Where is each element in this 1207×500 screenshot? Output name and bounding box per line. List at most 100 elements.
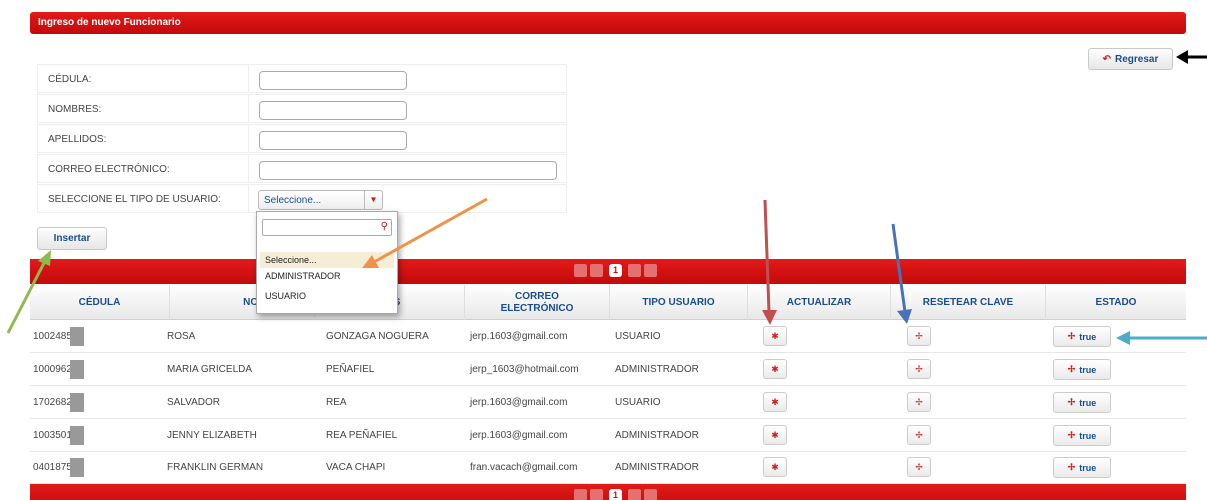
first-page-icon[interactable] xyxy=(574,264,587,277)
status-value: true xyxy=(1079,331,1097,342)
update-button[interactable]: ✱ xyxy=(763,425,787,445)
form-row-apellidos: APELLIDOS: xyxy=(37,124,567,153)
apellidos-label: APELLIDOS: xyxy=(48,134,107,145)
cell-tipo: USUARIO xyxy=(615,331,661,342)
cell-tipo: ADMINISTRADOR xyxy=(615,430,699,441)
dropdown-search-input[interactable]: ⚲ xyxy=(262,219,392,236)
insert-button[interactable]: Insertar xyxy=(37,227,107,250)
current-page[interactable]: 1 xyxy=(609,264,622,277)
table-row: 1702682 SALVADOR REA jerp.1603@gmail.com… xyxy=(30,387,1186,419)
nombres-label: NOMBRES: xyxy=(48,104,102,115)
toggle-icon: ✢ xyxy=(1067,430,1076,440)
reset-password-button[interactable]: ✢ xyxy=(907,392,931,412)
toggle-icon: ✢ xyxy=(1067,397,1076,407)
status-button[interactable]: ✢ true xyxy=(1053,392,1111,413)
status-value: true xyxy=(1079,462,1097,473)
toggle-icon: ✢ xyxy=(1067,462,1076,472)
column-divider xyxy=(248,65,249,92)
pagination: 1 xyxy=(574,264,657,277)
cell-cedula: 0401875 xyxy=(33,462,72,473)
apellidos-input[interactable] xyxy=(259,131,407,150)
cell-nombres: JENNY ELIZABETH xyxy=(167,430,257,441)
cell-correo: jerp.1603@gmail.com xyxy=(470,397,568,408)
form-row-nombres: NOMBRES: xyxy=(37,94,567,123)
dropdown-option[interactable]: USUARIO xyxy=(260,288,394,304)
status-button[interactable]: ✢ true xyxy=(1053,326,1111,347)
next-page-icon[interactable] xyxy=(628,489,641,500)
update-button[interactable]: ✱ xyxy=(763,359,787,379)
cell-tipo: ADMINISTRADOR xyxy=(615,462,699,473)
cell-cedula: 1702682 xyxy=(33,397,72,408)
cell-apellidos: PEÑAFIEL xyxy=(326,364,375,375)
status-button[interactable]: ✢ true xyxy=(1053,359,1111,380)
cell-tipo: ADMINISTRADOR xyxy=(615,364,699,375)
toggle-icon: ✢ xyxy=(1067,331,1076,341)
column-header-resetear[interactable]: RESETEAR CLAVE xyxy=(891,285,1046,320)
update-button[interactable]: ✱ xyxy=(763,326,787,346)
table-row: 0401875 FRANKLIN GERMAN VACA CHAPI fran.… xyxy=(30,452,1186,484)
column-header-estado[interactable]: ESTADO xyxy=(1046,285,1186,320)
column-header-actualizar[interactable]: ACTUALIZAR xyxy=(748,285,891,320)
status-value: true xyxy=(1079,364,1097,375)
column-header-cedula[interactable]: CÉDULA xyxy=(30,285,170,320)
pagination: 1 xyxy=(574,489,657,500)
column-divider xyxy=(248,125,249,152)
cedula-input[interactable] xyxy=(259,71,407,90)
pager-bar-top: 1 xyxy=(30,259,1186,284)
form-row-cedula: CÉDULA: xyxy=(37,64,567,93)
column-divider xyxy=(248,95,249,122)
dropdown-option[interactable]: ADMINISTRADOR xyxy=(260,268,394,284)
black-arrow xyxy=(1176,50,1207,64)
nombres-input[interactable] xyxy=(259,101,407,120)
back-button[interactable]: ↶ Regresar xyxy=(1088,48,1173,70)
tipo-label: SELECCIONE EL TIPO DE USUARIO: xyxy=(48,194,221,205)
last-page-icon[interactable] xyxy=(644,489,657,500)
reset-password-button[interactable]: ✢ xyxy=(907,457,931,477)
status-button[interactable]: ✢ true xyxy=(1053,457,1111,478)
tipo-usuario-select[interactable]: Seleccione... ▼ xyxy=(258,190,383,210)
redaction-block xyxy=(70,327,84,346)
table-header: CÉDULA NOMBR DOS CORREOELECTRÓNICO TIPO … xyxy=(30,285,1186,320)
header-bar: Ingreso de nuevo Funcionario xyxy=(30,12,1186,34)
correo-label: CORREO ELECTRÓNICO: xyxy=(48,164,170,175)
form-row-tipo: SELECCIONE EL TIPO DE USUARIO: Seleccion… xyxy=(37,184,567,213)
update-button[interactable]: ✱ xyxy=(763,457,787,477)
update-button[interactable]: ✱ xyxy=(763,392,787,412)
status-value: true xyxy=(1079,430,1097,441)
next-page-icon[interactable] xyxy=(628,264,641,277)
column-divider xyxy=(248,155,249,182)
status-button[interactable]: ✢ true xyxy=(1053,425,1111,446)
redaction-block xyxy=(70,426,84,445)
dropdown-option[interactable]: Seleccione... xyxy=(260,252,394,268)
last-page-icon[interactable] xyxy=(644,264,657,277)
redaction-block xyxy=(70,360,84,379)
table-row: 1000962 MARIA GRICELDA PEÑAFIEL jerp_160… xyxy=(30,354,1186,386)
cell-correo: jerp_1603@hotmail.com xyxy=(470,364,579,375)
tipo-selected-value: Seleccione... xyxy=(264,195,322,206)
cell-cedula: 1003501 xyxy=(33,430,72,441)
status-value: true xyxy=(1079,397,1097,408)
prev-page-icon[interactable] xyxy=(590,264,603,277)
cedula-label: CÉDULA: xyxy=(48,74,92,85)
column-header-tipo[interactable]: TIPO USUARIO xyxy=(610,285,748,320)
column-header-correo[interactable]: CORREO ELECTRÓNICO xyxy=(465,285,610,320)
correo-input[interactable] xyxy=(259,161,557,180)
chevron-down-icon: ▼ xyxy=(364,191,382,209)
current-page[interactable]: 1 xyxy=(609,489,622,500)
form-row-correo: CORREO ELECTRÓNICO: xyxy=(37,154,567,183)
reset-password-button[interactable]: ✢ xyxy=(907,425,931,445)
cell-nombres: FRANKLIN GERMAN xyxy=(167,462,264,473)
tipo-usuario-dropdown: ⚲ Seleccione... ADMINISTRADOR USUARIO xyxy=(256,211,398,314)
reset-password-button[interactable]: ✢ xyxy=(907,359,931,379)
cell-correo: jerp.1603@gmail.com xyxy=(470,430,568,441)
cell-apellidos: REA xyxy=(326,397,347,408)
search-icon: ⚲ xyxy=(380,221,388,232)
prev-page-icon[interactable] xyxy=(590,489,603,500)
cell-cedula: 1000962 xyxy=(33,364,72,375)
cell-nombres: MARIA GRICELDA xyxy=(167,364,253,375)
reset-password-button[interactable]: ✢ xyxy=(907,326,931,346)
cell-nombres: SALVADOR xyxy=(167,397,220,408)
first-page-icon[interactable] xyxy=(574,489,587,500)
table-row: 1003501 JENNY ELIZABETH REA PEÑAFIEL jer… xyxy=(30,420,1186,452)
cell-correo: fran.vacach@gmail.com xyxy=(470,462,578,473)
